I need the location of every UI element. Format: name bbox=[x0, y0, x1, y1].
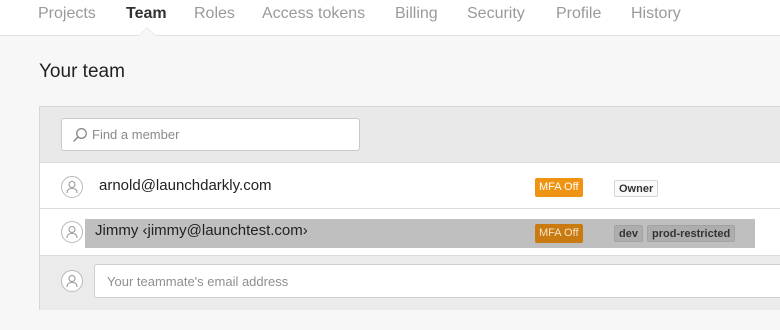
tab-profile[interactable]: Profile bbox=[556, 5, 601, 25]
tab-security[interactable]: Security bbox=[467, 5, 525, 25]
mfa-status-badge: MFA Off bbox=[535, 224, 583, 243]
user-icon bbox=[61, 221, 83, 243]
mfa-status-badge: MFA Off bbox=[535, 178, 583, 197]
member-search-input[interactable] bbox=[92, 119, 352, 150]
page-title: Your team bbox=[39, 61, 125, 82]
tab-billing[interactable]: Billing bbox=[395, 5, 438, 25]
role-tag-prod-restricted: prod-restricted bbox=[647, 225, 736, 242]
invite-email-input[interactable] bbox=[94, 264, 780, 298]
invite-row bbox=[40, 255, 780, 310]
role-tag-dev: dev bbox=[614, 225, 643, 242]
member-search-box bbox=[61, 118, 360, 151]
member-row[interactable]: Jimmy ‹jimmy@launchtest.com› MFA Off dev… bbox=[40, 208, 780, 255]
user-icon bbox=[61, 270, 83, 292]
role-tag-owner: Owner bbox=[614, 180, 659, 197]
active-tab-indicator bbox=[139, 28, 155, 36]
tab-team[interactable]: Team bbox=[126, 5, 167, 25]
member-row[interactable]: arnold@launchdarkly.com MFA Off Owner bbox=[40, 162, 780, 209]
tab-history[interactable]: History bbox=[631, 5, 681, 25]
member-name-email: Jimmy ‹jimmy@launchtest.com› bbox=[95, 222, 308, 239]
tab-projects[interactable]: Projects bbox=[38, 5, 96, 25]
team-panel: arnold@launchdarkly.com MFA Off Owner Ji… bbox=[39, 106, 780, 310]
top-nav: Projects Team Roles Access tokens Billin… bbox=[0, 0, 780, 36]
search-icon bbox=[72, 127, 88, 143]
user-icon bbox=[61, 176, 83, 198]
tab-access-tokens[interactable]: Access tokens bbox=[262, 5, 365, 25]
tab-roles[interactable]: Roles bbox=[194, 5, 235, 25]
member-email: arnold@launchdarkly.com bbox=[99, 177, 272, 194]
